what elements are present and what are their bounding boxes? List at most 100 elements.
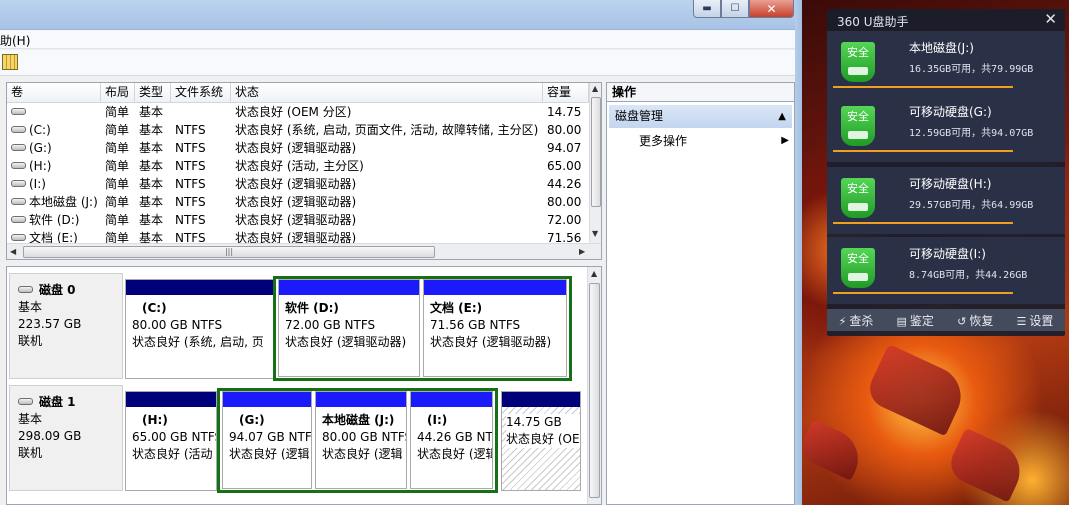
drive-card[interactable]: 安全 可移动硬盘(I:) 8.74GB可用，共44.26GB xyxy=(827,237,1065,304)
more-actions-item[interactable]: 更多操作 ▶ xyxy=(639,132,789,150)
recover-button[interactable]: ↺ 恢复 xyxy=(957,312,993,329)
title-bar[interactable] xyxy=(0,0,802,30)
scroll-thumb[interactable]: ||| xyxy=(23,246,435,258)
capacity-cell: 80.00 xyxy=(547,195,582,209)
partition-d[interactable]: 软件 (D:) 72.00 GB NTFS 状态良好 (逻辑驱动器) xyxy=(278,279,420,377)
partition-status: 状态良好 (逻辑 xyxy=(417,447,493,461)
actions-header: 操作 xyxy=(607,83,794,102)
scroll-up-arrow-icon[interactable]: ▲ xyxy=(591,269,597,278)
scroll-thumb[interactable] xyxy=(591,97,601,207)
minimize-button[interactable]: ▬ xyxy=(693,0,721,18)
maximize-button[interactable]: ☐ xyxy=(721,0,749,18)
partition-h[interactable]: (H:) 65.00 GB NTFS 状态良好 (活动 xyxy=(125,391,217,491)
partition-title: 文档 (E:) xyxy=(430,301,483,315)
partition-c[interactable]: (C:) 80.00 GB NTFS 状态良好 (系统, 启动, 页 xyxy=(125,279,275,379)
capacity-cell: 72.00 xyxy=(547,213,582,227)
partition-status: 状态良好 (逻辑驱动器) xyxy=(430,335,552,349)
drive-capacity: 16.35GB可用，共79.99GB xyxy=(909,64,1034,75)
list-icon: ▤ xyxy=(896,314,907,328)
partition-title: (G:) xyxy=(239,413,265,427)
disk-view-vertical-scrollbar[interactable]: ▲ xyxy=(587,267,601,504)
drive-card[interactable]: 安全 本地磁盘(J:) 16.35GB可用，共79.99GB xyxy=(827,31,1065,98)
menu-help[interactable]: 助(H) xyxy=(0,32,30,49)
table-row[interactable]: 软件 (D:) 简单 基本 NTFS 状态良好 (逻辑驱动器) 72.00 xyxy=(7,211,589,229)
layout-cell: 简单 xyxy=(105,105,130,119)
layout-cell: 简单 xyxy=(105,159,130,173)
type-cell: 基本 xyxy=(139,213,164,227)
volume-list-horizontal-scrollbar[interactable]: ◀ ||| ▶ xyxy=(7,243,601,259)
actions-section-disk-management[interactable]: 磁盘管理 ▲ xyxy=(609,105,792,128)
settings-button[interactable]: ☰ 设置 xyxy=(1017,312,1054,329)
partition-title: (I:) xyxy=(427,413,448,427)
disk-state: 联机 xyxy=(18,334,43,348)
drive-icon xyxy=(11,234,26,241)
partition-title: 软件 (D:) xyxy=(285,301,339,315)
scroll-left-arrow-icon[interactable]: ◀ xyxy=(10,247,16,256)
column-header-layout[interactable]: 布局 xyxy=(101,83,135,103)
volume-list-vertical-scrollbar[interactable]: ▲ ▼ xyxy=(589,83,601,243)
filesystem-cell: NTFS xyxy=(175,213,206,227)
disk-state: 联机 xyxy=(18,446,43,460)
column-header-type[interactable]: 类型 xyxy=(135,83,171,103)
drive-name: 本地磁盘(J:) xyxy=(909,41,974,55)
table-row[interactable]: (H:) 简单 基本 NTFS 状态良好 (活动, 主分区) 65.00 xyxy=(7,157,589,175)
properties-icon[interactable] xyxy=(2,54,18,70)
safe-shield-icon: 安全 xyxy=(841,178,875,218)
safe-shield-icon: 安全 xyxy=(841,42,875,82)
drive-card[interactable]: 安全 可移动硬盘(G:) 12.59GB可用，共94.07GB xyxy=(827,95,1065,162)
status-cell: 状态良好 (逻辑驱动器) xyxy=(235,141,357,155)
drive-underline xyxy=(833,292,1013,294)
partition-j[interactable]: 本地磁盘 (J:) 80.00 GB NTFS 状态良好 (逻辑 xyxy=(315,391,407,489)
drive-underline xyxy=(833,86,1013,88)
volume-name: (I:) xyxy=(29,177,46,191)
volume-name: (G:) xyxy=(29,141,52,155)
scroll-right-arrow-icon[interactable]: ▶ xyxy=(579,247,585,256)
scan-button[interactable]: ⚡ 查杀 xyxy=(839,312,874,329)
partition-e[interactable]: 文档 (E:) 71.56 GB NTFS 状态良好 (逻辑驱动器) xyxy=(423,279,567,377)
scroll-down-arrow-icon[interactable]: ▼ xyxy=(592,229,598,238)
scroll-up-arrow-icon[interactable]: ▲ xyxy=(592,84,598,93)
drive-name: 可移动硬盘(G:) xyxy=(909,105,992,119)
disk-1-label[interactable]: 磁盘 1 基本 298.09 GB 联机 xyxy=(9,385,123,491)
volume-name: 软件 (D:) xyxy=(29,213,80,227)
type-cell: 基本 xyxy=(139,105,164,119)
layout-cell: 简单 xyxy=(105,177,130,191)
identify-button[interactable]: ▤ 鉴定 xyxy=(897,312,934,329)
column-header-volume[interactable]: 卷 xyxy=(7,83,101,103)
disk-type: 基本 xyxy=(18,412,43,426)
status-cell: 状态良好 (活动, 主分区) xyxy=(235,159,364,173)
table-row[interactable]: (I:) 简单 基本 NTFS 状态良好 (逻辑驱动器) 44.26 xyxy=(7,175,589,193)
column-header-capacity[interactable]: 容量 xyxy=(543,83,589,103)
section-label: 磁盘管理 xyxy=(615,109,664,123)
partition-oem[interactable]: 14.75 GB 状态良好 (OEM xyxy=(501,391,581,491)
close-button[interactable]: ✕ xyxy=(749,0,794,18)
partition-status: 状态良好 (逻辑 xyxy=(322,447,403,461)
layout-cell: 简单 xyxy=(105,123,130,137)
scroll-thumb[interactable] xyxy=(589,283,600,498)
table-row[interactable]: (G:) 简单 基本 NTFS 状态良好 (逻辑驱动器) 94.07 xyxy=(7,139,589,157)
close-icon[interactable]: ✕ xyxy=(1044,10,1057,28)
status-cell: 状态良好 (OEM 分区) xyxy=(235,105,352,119)
table-row[interactable]: 简单 基本 状态良好 (OEM 分区) 14.75 xyxy=(7,103,589,121)
column-header-status[interactable]: 状态 xyxy=(231,83,543,103)
filesystem-cell xyxy=(171,103,231,121)
type-cell: 基本 xyxy=(139,141,164,155)
collapse-caret-icon[interactable]: ▲ xyxy=(778,105,786,128)
layout-cell: 简单 xyxy=(105,213,130,227)
drive-capacity: 8.74GB可用，共44.26GB xyxy=(909,270,1028,281)
partition-g[interactable]: (G:) 94.07 GB NTFS 状态良好 (逻辑 xyxy=(222,391,312,489)
drive-card[interactable]: 安全 可移动硬盘(H:) 29.57GB可用，共64.99GB xyxy=(827,167,1065,234)
partition-size: 80.00 GB NTFS xyxy=(322,430,407,444)
partition-size: 14.75 GB xyxy=(506,414,580,431)
column-header-filesystem[interactable]: 文件系统 xyxy=(171,83,231,103)
partition-size: 94.07 GB NTFS xyxy=(229,430,312,444)
volume-list: 卷 布局 类型 文件系统 状态 容量 简单 基本 状态良好 (OEM 分区) 1… xyxy=(6,82,602,260)
table-row[interactable]: (C:) 简单 基本 NTFS 状态良好 (系统, 启动, 页面文件, 活动, … xyxy=(7,121,589,139)
drive-icon xyxy=(11,198,26,205)
disk-icon xyxy=(18,398,33,405)
disk-0-label[interactable]: 磁盘 0 基本 223.57 GB 联机 xyxy=(9,273,123,379)
status-cell: 状态良好 (逻辑驱动器) xyxy=(235,195,357,209)
partition-i[interactable]: (I:) 44.26 GB NTFS 状态良好 (逻辑 xyxy=(410,391,493,489)
type-cell: 基本 xyxy=(139,123,164,137)
table-row[interactable]: 本地磁盘 (J:) 简单 基本 NTFS 状态良好 (逻辑驱动器) 80.00 xyxy=(7,193,589,211)
